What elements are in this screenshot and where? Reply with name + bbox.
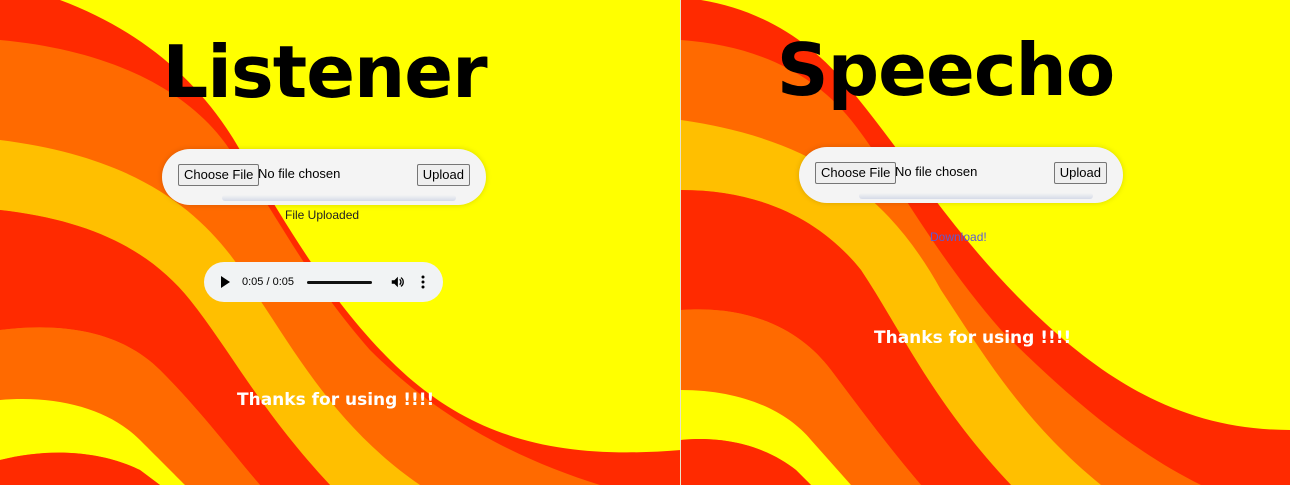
- file-upload-form: Choose File No file chosen Upload: [162, 149, 486, 205]
- audio-player[interactable]: 0:05 / 0:05: [204, 262, 443, 302]
- file-upload-form: Choose File No file chosen Upload: [799, 147, 1123, 203]
- volume-icon[interactable]: [390, 275, 404, 289]
- listener-panel: Listener Choose File No file chosen Uplo…: [0, 0, 681, 485]
- page-title: Listener: [162, 30, 487, 114]
- play-icon[interactable]: [221, 276, 230, 288]
- choose-file-button[interactable]: Choose File: [815, 162, 897, 184]
- upload-button[interactable]: Upload: [416, 164, 470, 186]
- upload-status-text: File Uploaded: [285, 208, 360, 222]
- more-options-icon[interactable]: [416, 274, 430, 290]
- audio-time: 0:05 / 0:05: [242, 276, 294, 288]
- speecho-panel: Speecho Choose File No file chosen Uploa…: [681, 0, 1290, 485]
- file-name-text: No file chosen: [895, 164, 978, 179]
- thanks-message: Thanks for using !!!!: [874, 328, 1072, 348]
- audio-seek-bar[interactable]: [307, 281, 372, 284]
- thanks-message: Thanks for using !!!!: [237, 390, 435, 410]
- page-title: Speecho: [776, 28, 1115, 112]
- file-name-text: No file chosen: [258, 166, 341, 181]
- screenshot-root: Listener Choose File No file chosen Uplo…: [0, 0, 1290, 485]
- download-link[interactable]: Download!: [930, 230, 987, 244]
- upload-button[interactable]: Upload: [1053, 162, 1107, 184]
- choose-file-button[interactable]: Choose File: [178, 164, 260, 186]
